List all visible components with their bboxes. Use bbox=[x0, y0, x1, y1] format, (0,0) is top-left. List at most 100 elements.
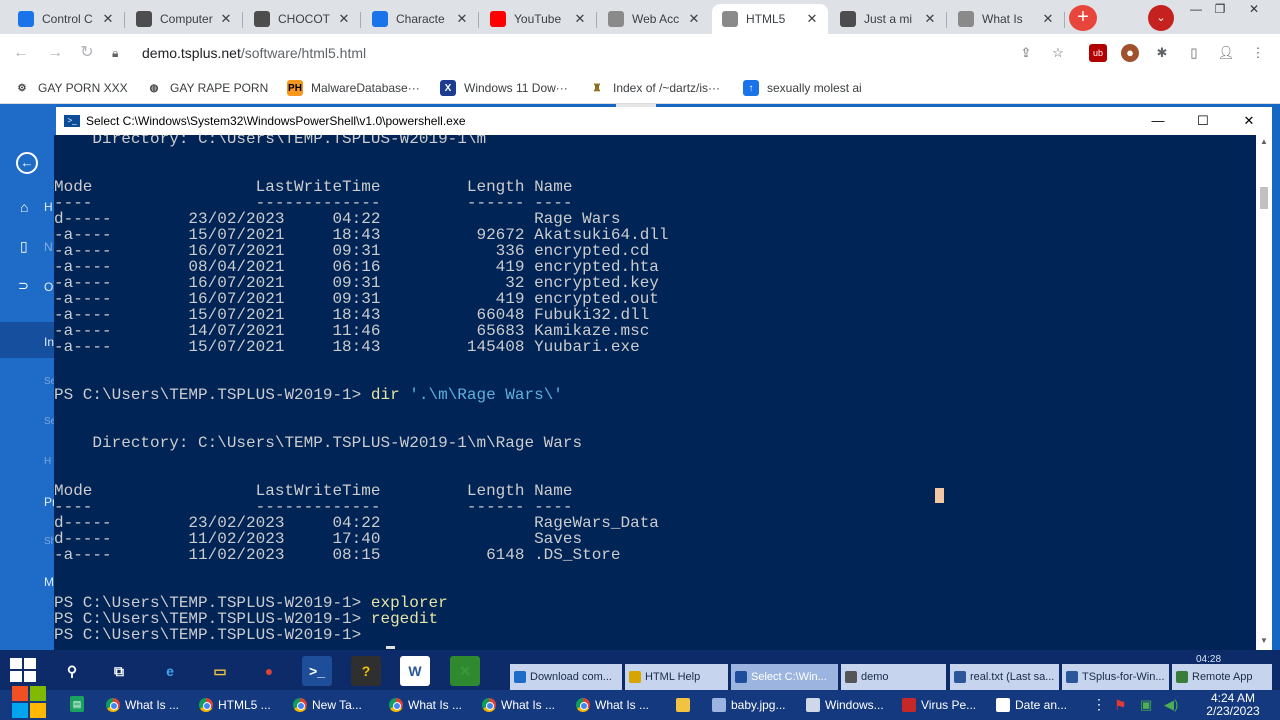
tab-close-icon[interactable]: ✕ bbox=[1040, 11, 1056, 27]
taskbar-task[interactable]: real.txt (Last sa... bbox=[950, 664, 1059, 690]
browser-tab[interactable]: HTML5 ✕ bbox=[712, 4, 828, 34]
back-circle-icon[interactable]: ← bbox=[16, 152, 38, 174]
file-explorer-icon[interactable]: ▭ bbox=[205, 656, 235, 686]
menu-icon[interactable]: ⋮ bbox=[1249, 44, 1267, 62]
local-taskbar-item[interactable]: Windows... bbox=[806, 694, 884, 716]
local-taskbar-item[interactable]: What Is ... bbox=[576, 694, 649, 716]
side-item[interactable]: N bbox=[44, 240, 53, 254]
local-taskbar-item[interactable]: baby.jpg... bbox=[712, 694, 785, 716]
extensions-icon[interactable]: ✱ bbox=[1153, 44, 1171, 62]
local-taskbar-item[interactable]: What Is ... bbox=[389, 694, 462, 716]
ps-minimize-icon[interactable]: — bbox=[1135, 107, 1181, 135]
chrome-icon[interactable]: ● bbox=[254, 656, 284, 686]
avatar-extension-icon[interactable]: ● bbox=[1121, 44, 1139, 62]
browser-tab[interactable]: Computer ✕ bbox=[126, 4, 243, 34]
tab-search-button[interactable]: ⌄ bbox=[1148, 5, 1174, 31]
tray-overflow-icon[interactable]: ⋮ bbox=[1092, 696, 1106, 713]
bookmark-item[interactable]: ⚙ GAY PORN XXX bbox=[14, 78, 128, 98]
volume-icon[interactable]: ◀) bbox=[1164, 697, 1178, 713]
profile-icon[interactable]: 👤︎ bbox=[1217, 44, 1235, 62]
bookmark-label: Windows 11 Dow··· bbox=[464, 81, 568, 95]
tab-close-icon[interactable]: ✕ bbox=[804, 11, 820, 27]
scroll-down-icon[interactable]: ▼ bbox=[1256, 636, 1272, 650]
side-item[interactable]: H bbox=[44, 456, 51, 467]
tab-close-icon[interactable]: ✕ bbox=[100, 11, 116, 27]
restore-icon[interactable]: ❐ bbox=[1206, 2, 1234, 18]
taskbar-task[interactable]: Download com... bbox=[510, 664, 622, 690]
back-icon[interactable]: ← bbox=[10, 42, 32, 64]
powershell-icon[interactable]: >_ bbox=[302, 656, 332, 686]
item-label: What Is ... bbox=[125, 698, 180, 712]
console-scrollbar[interactable]: ▲ ▼ bbox=[1256, 135, 1272, 650]
tab-close-icon[interactable]: ✕ bbox=[336, 11, 352, 27]
new-tab-button[interactable]: + bbox=[1069, 5, 1097, 31]
task-label: real.txt (Last sa... bbox=[970, 671, 1055, 683]
taskbar-task[interactable]: Remote App bbox=[1172, 664, 1272, 690]
document-icon[interactable]: ▯ bbox=[20, 238, 28, 255]
local-taskbar-item[interactable]: Virus Pe... bbox=[902, 694, 976, 716]
flag-icon[interactable]: ⚑ bbox=[1114, 697, 1127, 714]
side-item[interactable]: In bbox=[44, 335, 54, 349]
tab-close-icon[interactable]: ✕ bbox=[922, 11, 938, 27]
powershell-console[interactable]: Directory: C:\Users\TEMP.TSPLUS-W2019-1\… bbox=[54, 135, 1256, 650]
forward-icon[interactable]: → bbox=[44, 42, 66, 64]
link-icon[interactable]: ⊃ bbox=[18, 278, 29, 294]
ie-icon[interactable]: e bbox=[155, 656, 185, 686]
bookmark-star-icon[interactable]: ☆ bbox=[1049, 44, 1067, 62]
local-taskbar-item[interactable]: New Ta... bbox=[293, 694, 362, 716]
remote-desktop-session[interactable]: ← ⌂ H ▯ N ⊃ O In Se Se H Pr Sh M ⌄ >_ Se… bbox=[0, 104, 1280, 717]
browser-tab[interactable]: Web Acc ✕ bbox=[598, 4, 710, 34]
bookmark-item[interactable]: ♜ Index of /~dartz/is··· bbox=[589, 78, 721, 98]
side-panel-icon[interactable]: ▯ bbox=[1185, 44, 1203, 62]
tab-close-icon[interactable]: ✕ bbox=[686, 11, 702, 27]
bookmark-item[interactable]: ◍ GAY RAPE PORN bbox=[146, 78, 269, 98]
scroll-up-icon[interactable]: ▲ bbox=[1256, 137, 1272, 151]
start-button[interactable] bbox=[12, 686, 46, 718]
browser-tab[interactable]: What Is ✕ bbox=[948, 4, 1065, 34]
bookmark-item[interactable]: X Windows 11 Dow··· bbox=[440, 78, 568, 98]
side-item[interactable]: O bbox=[44, 280, 53, 294]
ublock-icon[interactable]: ub bbox=[1089, 44, 1107, 62]
tab-separator bbox=[242, 12, 243, 28]
sheets-icon[interactable]: ▤ bbox=[70, 696, 84, 712]
local-taskbar-item[interactable]: What Is ... bbox=[106, 694, 179, 716]
share-icon[interactable]: ⇪ bbox=[1017, 44, 1035, 62]
ps-maximize-icon[interactable]: ☐ bbox=[1180, 107, 1226, 135]
side-item[interactable]: H bbox=[44, 200, 53, 214]
browser-tab[interactable]: CHOCOT ✕ bbox=[244, 4, 361, 34]
web-icon bbox=[958, 11, 974, 27]
browser-tab[interactable]: Just a mi ✕ bbox=[830, 4, 947, 34]
taskbar-task[interactable]: HTML Help bbox=[625, 664, 728, 690]
remote-start-button[interactable] bbox=[10, 658, 36, 682]
close-window-icon[interactable]: ✕ bbox=[1240, 2, 1268, 18]
bookmark-item[interactable]: PH MalwareDatabase··· bbox=[287, 78, 420, 98]
side-item[interactable]: M bbox=[44, 575, 54, 589]
local-taskbar-item[interactable] bbox=[676, 694, 695, 716]
reload-icon[interactable]: ↻ bbox=[76, 42, 98, 64]
ps-close-icon[interactable]: ✕ bbox=[1226, 107, 1272, 135]
taskbar-task[interactable]: Select C:\Win... bbox=[731, 664, 838, 690]
task-view-icon[interactable]: ⧉ bbox=[104, 656, 134, 686]
help-icon[interactable]: ? bbox=[351, 656, 381, 686]
system-clock[interactable]: 4:24 AM 2/23/2023 bbox=[1194, 692, 1272, 718]
browser-tab[interactable]: YouTube ✕ bbox=[480, 4, 597, 34]
powershell-titlebar: >_ Select C:\Windows\System32\WindowsPow… bbox=[56, 107, 1272, 135]
browser-tab[interactable]: Control C ✕ bbox=[8, 4, 125, 34]
local-taskbar-item[interactable]: What Is ... bbox=[482, 694, 555, 716]
remote-app-icon[interactable]: ✕ bbox=[450, 656, 480, 686]
browser-tab[interactable]: Characte ✕ bbox=[362, 4, 479, 34]
tab-close-icon[interactable]: ✕ bbox=[454, 11, 470, 27]
gear-icon: ⚙ bbox=[17, 82, 27, 94]
taskbar-task[interactable]: TSplus-for-Win... bbox=[1062, 664, 1169, 690]
word-icon[interactable]: W bbox=[400, 656, 430, 686]
taskbar-task[interactable]: demo bbox=[841, 664, 946, 690]
search-icon[interactable]: ⚲ bbox=[57, 656, 87, 686]
network-icon[interactable]: ▣ bbox=[1140, 697, 1152, 713]
home-icon[interactable]: ⌂ bbox=[20, 199, 28, 215]
bookmark-item[interactable]: ↑ sexually molest ai bbox=[743, 78, 862, 98]
scroll-thumb[interactable] bbox=[1260, 187, 1268, 209]
tab-close-icon[interactable]: ✕ bbox=[218, 11, 234, 27]
local-taskbar-item[interactable]: Date an... bbox=[996, 694, 1067, 716]
tab-close-icon[interactable]: ✕ bbox=[572, 11, 588, 27]
local-taskbar-item[interactable]: HTML5 ... bbox=[199, 694, 271, 716]
